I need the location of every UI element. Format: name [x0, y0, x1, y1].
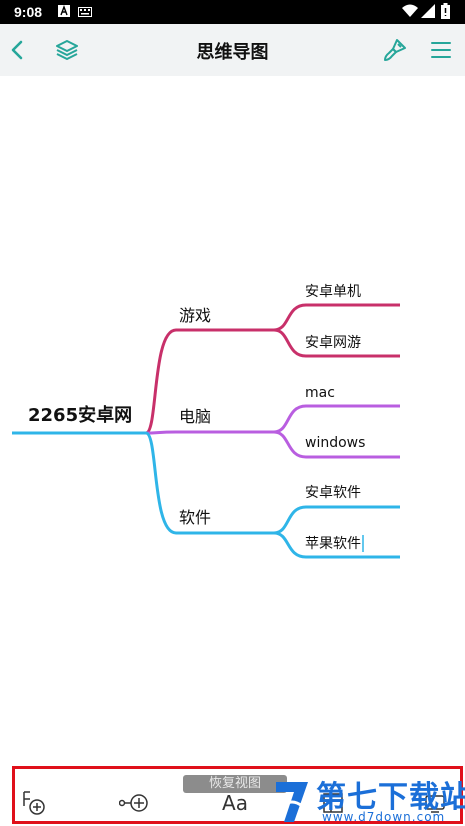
signal-icon: [421, 4, 435, 18]
battery-icon: [441, 3, 450, 19]
watermark-logo-icon: [276, 782, 308, 822]
watermark-url: www.d7down.com: [322, 810, 446, 824]
root-node[interactable]: 2265安卓网: [28, 404, 132, 426]
add-link-node-icon: [119, 794, 148, 812]
status-time: 9:08: [14, 4, 43, 20]
text-a-icon: [58, 5, 70, 17]
app-bar: 思维导图: [0, 24, 465, 76]
leaf-node[interactable]: 苹果软件: [305, 536, 361, 552]
style-button[interactable]: [379, 34, 411, 66]
menu-button[interactable]: [425, 34, 457, 66]
branch-node[interactable]: 电脑: [179, 407, 211, 426]
leaf-node[interactable]: mac: [305, 385, 335, 401]
menu-icon: [431, 42, 451, 58]
keyboard-icon: [78, 7, 92, 17]
leaf-node[interactable]: 安卓软件: [305, 485, 361, 501]
text-style-button[interactable]: Aa: [218, 787, 252, 819]
wifi-icon: [402, 4, 418, 17]
status-bar: 9:08: [0, 0, 465, 24]
leaf-connector: [273, 303, 400, 332]
leaf-connector: [273, 505, 400, 535]
mindmap-canvas[interactable]: 2265安卓网 游戏 电脑 软件 安卓单机 安卓网游 mac windows 安…: [0, 76, 465, 764]
branch-node[interactable]: 游戏: [179, 306, 211, 325]
font-icon: Aa: [222, 791, 248, 815]
leaf-node[interactable]: 安卓单机: [305, 284, 361, 300]
brush-icon: [384, 39, 406, 61]
leaf-node[interactable]: 安卓网游: [305, 335, 361, 351]
add-child-node-button[interactable]: [17, 787, 51, 819]
leaf-connector: [273, 404, 400, 434]
add-sibling-node-button[interactable]: [117, 787, 151, 819]
branch-node[interactable]: 软件: [179, 508, 211, 527]
add-node-icon: [23, 791, 45, 815]
watermark: 第七下载站 www.d7down.com: [270, 772, 465, 826]
leaf-node[interactable]: windows: [305, 435, 365, 451]
branch-connector-pc: [145, 430, 276, 435]
mindmap: 2265安卓网 游戏 电脑 软件 安卓单机 安卓网游 mac windows 安…: [12, 284, 400, 559]
